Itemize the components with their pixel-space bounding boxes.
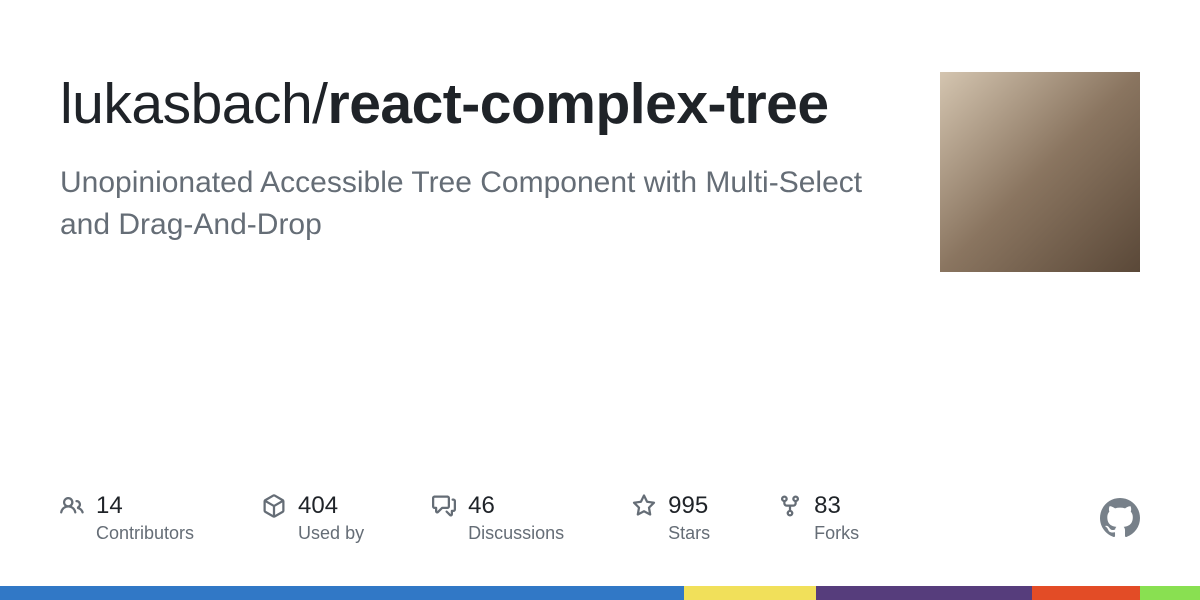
comment-discussion-icon: [432, 494, 456, 518]
fork-icon: [778, 494, 802, 518]
slash: /: [312, 72, 327, 136]
stat-value: 83: [814, 492, 859, 521]
repo-description: Unopinionated Accessible Tree Component …: [60, 162, 880, 246]
stat-label: Used by: [298, 523, 364, 544]
stat-value: 404: [298, 492, 364, 521]
stat-label: Discussions: [468, 523, 564, 544]
stat-value: 46: [468, 492, 564, 521]
stat-label: Forks: [814, 523, 859, 544]
people-icon: [60, 494, 84, 518]
language-segment: [816, 586, 1032, 600]
language-segment: [684, 586, 816, 600]
star-icon: [632, 494, 656, 518]
stat-discussions[interactable]: 46 Discussions: [432, 492, 564, 544]
stat-label: Stars: [668, 523, 710, 544]
language-segment: [1140, 586, 1200, 600]
github-logo-icon[interactable]: [1100, 498, 1140, 538]
language-segment: [1032, 586, 1140, 600]
avatar[interactable]: [940, 72, 1140, 272]
repo-owner: lukasbach: [60, 72, 312, 136]
stat-value: 995: [668, 492, 710, 521]
language-bar: [0, 586, 1200, 600]
package-icon: [262, 494, 286, 518]
stat-usedby[interactable]: 404 Used by: [262, 492, 364, 544]
stat-stars[interactable]: 995 Stars: [632, 492, 710, 544]
stats-list: 14 Contributors 404 Used by 46 Discussio…: [60, 492, 859, 544]
language-segment: [0, 586, 684, 600]
repo-name: react-complex-tree: [328, 72, 829, 136]
stat-value: 14: [96, 492, 194, 521]
stat-contributors[interactable]: 14 Contributors: [60, 492, 194, 544]
stat-label: Contributors: [96, 523, 194, 544]
repo-title[interactable]: lukasbach/react-complex-tree: [60, 72, 900, 138]
stat-forks[interactable]: 83 Forks: [778, 492, 859, 544]
